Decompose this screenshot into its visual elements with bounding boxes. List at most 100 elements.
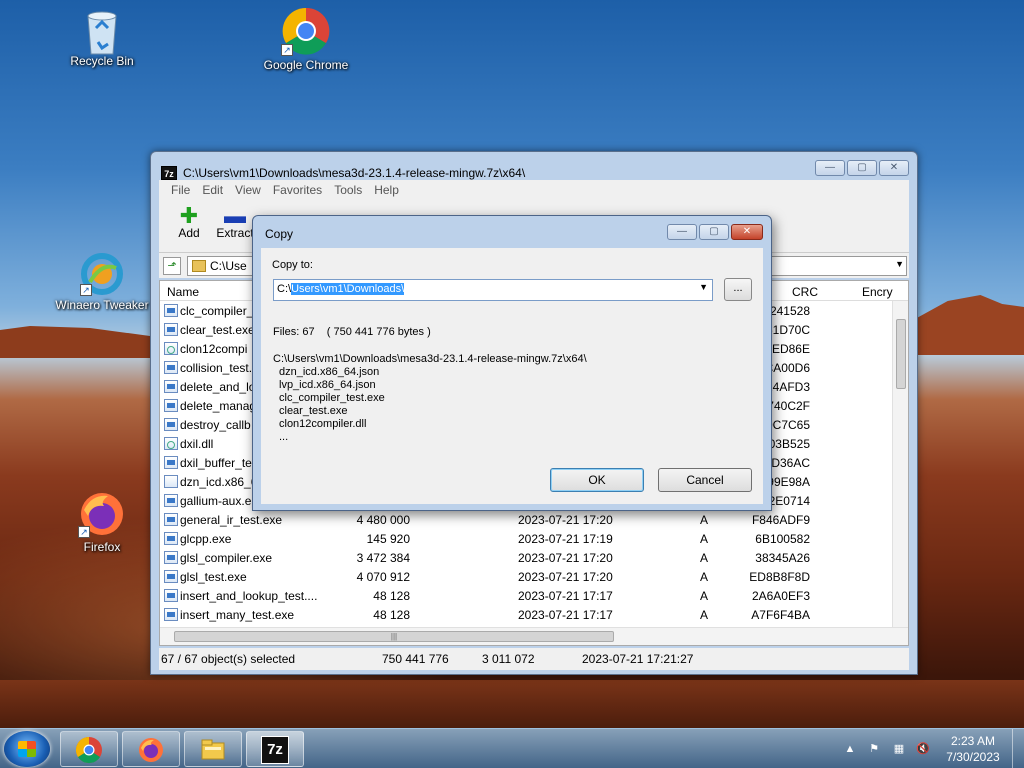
- table-row[interactable]: insert_and_lookup_test.... 48 128 2023-07-…: [160, 586, 908, 605]
- list-item: dzn_icd.x86_64.json: [279, 366, 380, 378]
- chrome-icon: [75, 736, 102, 764]
- list-item: ...: [279, 431, 289, 443]
- menu-help[interactable]: Help: [368, 180, 405, 200]
- cell-attributes: A: [700, 513, 709, 527]
- exe-file-icon: [164, 380, 178, 393]
- recycle-bin-icon: [80, 8, 124, 55]
- cancel-button[interactable]: Cancel: [658, 468, 752, 492]
- chevron-down-icon[interactable]: ▼: [895, 259, 904, 269]
- taskbar-clock[interactable]: 2:23 AM 7/30/2023: [940, 733, 1006, 765]
- up-folder-button[interactable]: ⬏: [163, 257, 181, 275]
- destination-path-combobox[interactable]: C:\Users\vm1\Downloads\ ▼: [273, 279, 713, 301]
- cell-name: general_ir_test.exe: [180, 513, 283, 527]
- desktop-icon-label: Recycle Bin: [70, 54, 134, 68]
- cell-attributes: A: [700, 532, 709, 546]
- menu-edit[interactable]: Edit: [196, 180, 229, 200]
- cell-size: 48 128: [373, 608, 410, 622]
- table-row[interactable]: insert_many_test.exe 48 128 2023-07-21 17:…: [160, 605, 908, 624]
- cell-attributes: A: [700, 570, 709, 584]
- destination-selected-text: Users\vm1\Downloads\: [291, 283, 405, 295]
- shortcut-arrow-icon: ↗: [78, 526, 90, 538]
- scenery-mesa: [0, 326, 150, 358]
- maximize-icon: ▢: [857, 162, 867, 173]
- start-button[interactable]: [4, 731, 50, 767]
- show-desktop-button[interactable]: [1012, 729, 1024, 768]
- copy-dialog[interactable]: Copy — ▢ ✕ Copy to: C:\Users\vm1\Downloa…: [252, 215, 772, 511]
- exe-file-icon: [164, 323, 178, 336]
- dialog-minimize-button[interactable]: —: [667, 224, 697, 240]
- cell-name: clear_test.exe: [180, 323, 255, 337]
- volume-muted-icon[interactable]: 🔇: [916, 742, 930, 756]
- menu-file[interactable]: File: [165, 180, 196, 200]
- dialog-maximize-button[interactable]: ▢: [699, 224, 729, 240]
- taskbar-7zip-button[interactable]: 7z: [246, 731, 304, 767]
- browse-button[interactable]: ...: [724, 278, 752, 301]
- show-hidden-icons-arrow-icon[interactable]: ▲: [843, 742, 857, 756]
- action-center-flag-icon[interactable]: ⚑: [867, 742, 881, 756]
- plus-icon: ✚: [179, 203, 199, 228]
- ok-button[interactable]: OK: [550, 468, 644, 492]
- exe-file-icon: [164, 570, 178, 583]
- menu-view[interactable]: View: [229, 180, 267, 200]
- status-size: 750 441 776: [382, 652, 449, 666]
- add-label: Add: [178, 226, 200, 240]
- firefox-icon: ↗: [78, 490, 126, 538]
- table-row[interactable]: glsl_compiler.exe 3 472 384 2023-07-21 17:…: [160, 548, 908, 567]
- cell-crc: 6B100582: [755, 532, 810, 546]
- taskbar-file-explorer-button[interactable]: [184, 731, 242, 767]
- menu-favorites[interactable]: Favorites: [267, 180, 328, 200]
- firefox-icon: [139, 738, 163, 762]
- desktop-icon-winaero-tweaker[interactable]: ↗ Winaero Tweaker: [52, 252, 152, 312]
- minimize-button[interactable]: —: [815, 160, 845, 176]
- status-modified: 2023-07-21 17:21:27: [582, 652, 694, 666]
- clock-time: 2:23 AM: [950, 734, 996, 748]
- shortcut-arrow-icon: ↗: [281, 44, 293, 56]
- taskbar-chrome-button[interactable]: [60, 731, 118, 767]
- chevron-down-icon[interactable]: ▼: [699, 282, 708, 292]
- maximize-button[interactable]: ▢: [847, 160, 877, 176]
- table-row[interactable]: general_ir_test.exe 4 480 000 2023-07-21 1…: [160, 510, 908, 529]
- cell-size: 3 472 384: [356, 551, 410, 565]
- window-title: C:\Users\vm1\Downloads\mesa3d-23.1.4-rel…: [183, 166, 526, 180]
- 7zip-icon: 7z: [261, 736, 289, 764]
- desktop-icon-recycle-bin[interactable]: Recycle Bin: [52, 8, 152, 68]
- exe-file-icon: [164, 304, 178, 317]
- add-button[interactable]: ✚ Add: [167, 200, 211, 252]
- destination-prefix: C:\: [277, 283, 292, 295]
- desktop-icon-label: Winaero Tweaker: [55, 298, 149, 312]
- taskbar-firefox-button[interactable]: [122, 731, 180, 767]
- cell-attributes: A: [700, 608, 709, 622]
- cell-name: glsl_compiler.exe: [180, 551, 273, 565]
- dll-file-icon: [164, 437, 178, 450]
- dll-file-icon: [164, 342, 178, 355]
- dialog-close-button[interactable]: ✕: [731, 224, 763, 240]
- scroll-thumb[interactable]: [896, 319, 906, 389]
- column-header-crc[interactable]: CRC: [792, 285, 818, 299]
- exe-file-icon: [164, 418, 178, 431]
- exe-file-icon: [164, 551, 178, 564]
- scroll-thumb[interactable]: |||: [174, 631, 614, 642]
- cell-crc: F846ADF9: [751, 513, 810, 527]
- close-button[interactable]: ✕: [879, 160, 909, 176]
- horizontal-scrollbar[interactable]: |||: [160, 627, 908, 645]
- cell-crc: A7F6F4BA: [751, 608, 810, 622]
- cell-name: clc_compiler_: [180, 304, 254, 318]
- copy-to-label: Copy to:: [272, 259, 313, 271]
- desktop-icon-firefox[interactable]: ↗ Firefox: [52, 490, 152, 554]
- column-header-encrypted[interactable]: Encry: [862, 285, 893, 299]
- cell-modified: 2023-07-21 17:17: [518, 589, 613, 603]
- exe-file-icon: [164, 456, 178, 469]
- network-icon[interactable]: ▦: [892, 742, 906, 756]
- cell-modified: 2023-07-21 17:20: [518, 551, 613, 565]
- desktop-icon-google-chrome[interactable]: ↗ Google Chrome: [256, 6, 356, 72]
- cell-modified: 2023-07-21 17:19: [518, 532, 613, 546]
- extract-button[interactable]: ▬ Extract: [213, 200, 257, 252]
- table-row[interactable]: glcpp.exe 145 920 2023-07-21 17:19 A 6B10058…: [160, 529, 908, 548]
- minus-icon: ▬: [224, 203, 246, 228]
- column-header-name[interactable]: Name: [167, 285, 199, 299]
- cell-name: dzn_icd.x86_6: [180, 475, 258, 489]
- table-row[interactable]: glsl_test.exe 4 070 912 2023-07-21 17:20 A E…: [160, 567, 908, 586]
- vertical-scrollbar[interactable]: [892, 301, 908, 645]
- menu-tools[interactable]: Tools: [328, 180, 368, 200]
- cell-size: 145 920: [366, 532, 410, 546]
